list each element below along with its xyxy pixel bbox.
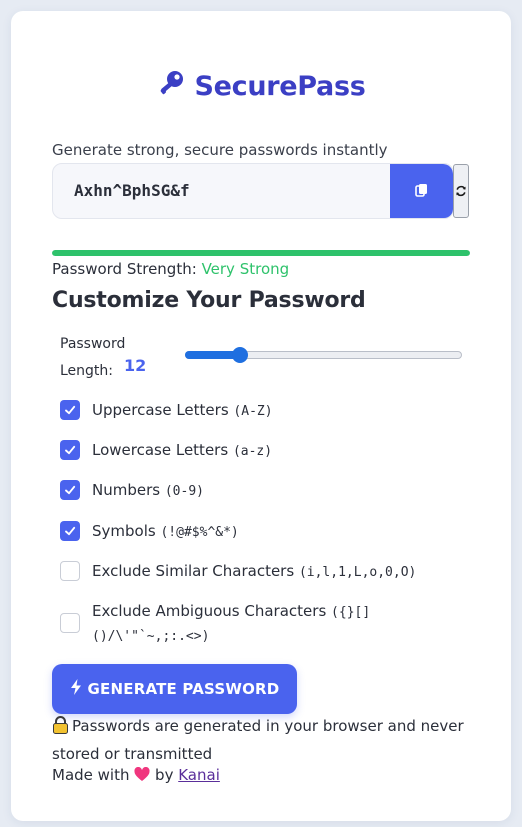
generator-card: SecurePass Generate strong, secure passw… [11,11,511,821]
option-chars: (0-9) [164,484,204,499]
option-row[interactable]: Exclude Similar Characters (i,l,1,L,o,0,… [60,561,460,584]
option-text: Exclude Ambiguous Characters ({}[]()/\'"… [92,600,392,648]
option-row[interactable]: Uppercase Letters (A-Z) [60,400,460,423]
password-value[interactable]: Axhn^BphSG&f [74,181,190,200]
option-checkbox[interactable] [60,613,80,633]
checkmark-icon [65,485,76,495]
strength-label: Password Strength: [52,260,197,278]
privacy-note-text: Passwords are generated in your browser … [52,717,464,763]
refresh-icon [455,182,467,201]
generate-button[interactable]: GENERATE PASSWORD [52,664,297,714]
app-title: SecurePass [194,71,366,102]
option-label: Exclude Similar Characters [92,562,295,580]
copy-icon [414,182,430,202]
checkmark-icon [65,526,76,536]
length-slider-thumb[interactable] [232,347,248,363]
length-slider[interactable] [185,345,462,365]
option-row[interactable]: Numbers (0-9) [60,480,460,503]
option-checkbox[interactable] [60,440,80,460]
option-text: Lowercase Letters (a-z) [92,439,272,463]
refresh-button[interactable] [453,164,469,218]
app-brand: SecurePass [11,67,511,106]
option-row[interactable]: Symbols (!@#$%^&*) [60,521,460,544]
strength-meter [52,250,470,256]
option-row[interactable]: Exclude Ambiguous Characters ({}[]()/\'"… [60,601,460,648]
option-label: Exclude Ambiguous Characters [92,602,327,620]
author-link[interactable]: Kanai [178,766,220,784]
key-icon [156,67,188,106]
option-text: Symbols (!@#$%^&*) [92,520,239,544]
footer: Made with by Kanai [52,766,220,786]
option-checkbox[interactable] [60,400,80,420]
option-text: Exclude Similar Characters (i,l,1,L,o,0,… [92,560,416,584]
strength-text: Password Strength: Very Strong [52,260,289,278]
option-row[interactable]: Lowercase Letters (a-z) [60,440,460,463]
customize-title: Customize Your Password [52,288,366,313]
option-checkbox[interactable] [60,521,80,541]
app-subtitle: Generate strong, secure passwords instan… [52,141,388,159]
checkmark-icon [65,445,76,455]
checkmark-icon [65,405,76,415]
bolt-icon [70,679,82,699]
strength-value: Very Strong [201,260,290,278]
length-value: 12 [124,356,147,375]
option-label: Numbers [92,481,161,499]
privacy-note: Passwords are generated in your browser … [52,714,482,767]
footer-prefix: Made with [52,766,130,784]
copy-button[interactable] [390,164,453,218]
option-chars: (A-Z) [233,404,273,419]
option-label: Symbols [92,522,156,540]
option-checkbox[interactable] [60,561,80,581]
option-label: Lowercase Letters [92,441,229,459]
option-chars: (a-z) [232,444,273,459]
password-display: Axhn^BphSG&f [52,163,454,219]
footer-by: by [155,766,174,784]
option-checkbox[interactable] [60,480,80,500]
option-chars: (!@#$%^&*) [160,525,239,540]
option-label: Uppercase Letters [92,401,229,419]
option-text: Numbers (0-9) [92,479,204,503]
heart-icon [134,766,150,786]
lock-icon [52,716,69,742]
option-text: Uppercase Letters (A-Z) [92,399,273,423]
strength-meter-fill [52,250,470,256]
option-chars: (i,l,1,L,o,0,O) [298,565,417,580]
generate-button-label: GENERATE PASSWORD [87,680,280,698]
